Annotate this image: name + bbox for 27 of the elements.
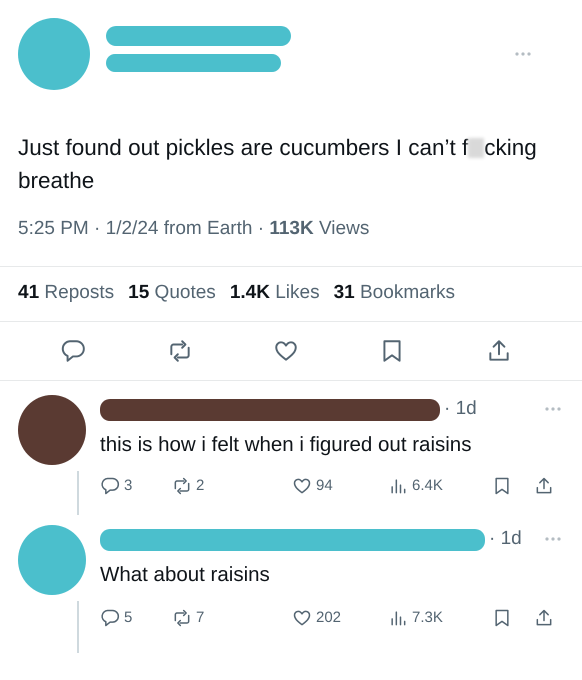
- like-icon[interactable]: [292, 476, 312, 496]
- count: 3: [124, 476, 132, 496]
- count: 2: [196, 476, 204, 496]
- count: 6.4K: [412, 476, 443, 496]
- reply-icon[interactable]: [100, 608, 120, 628]
- repost-icon[interactable]: [172, 608, 192, 628]
- count: 7: [196, 608, 204, 628]
- reply-icon[interactable]: [60, 338, 86, 364]
- post-text: Just found out pickles are cucumbers I can’t f cking breathe: [17, 134, 538, 195]
- reply-text: this is how i felt when i figured out raisins: [100, 432, 472, 458]
- share-icon[interactable]: [534, 476, 554, 496]
- like-icon[interactable]: [292, 608, 312, 628]
- stat-link[interactable]: 31 Bookmarks: [334, 278, 456, 308]
- count: 94: [316, 476, 333, 496]
- count: 202: [316, 608, 342, 628]
- count: 7.3K: [412, 608, 443, 628]
- reply-icon[interactable]: [100, 476, 120, 496]
- share-icon[interactable]: [534, 608, 554, 628]
- post-meta: 5:25 PM · 1/2/24 from Earth · 113K Views: [17, 217, 370, 242]
- count: 5: [124, 608, 132, 628]
- stat-link[interactable]: 1.4K Likes: [230, 278, 320, 308]
- stat-link[interactable]: 41 Reposts: [18, 278, 114, 308]
- stat-link[interactable]: 15 Quotes: [128, 278, 216, 308]
- repost-icon[interactable]: [172, 476, 192, 496]
- post-age: · 1d: [489, 527, 522, 552]
- post-age: · 1d: [444, 397, 477, 422]
- reply-text: What about raisins: [100, 562, 271, 588]
